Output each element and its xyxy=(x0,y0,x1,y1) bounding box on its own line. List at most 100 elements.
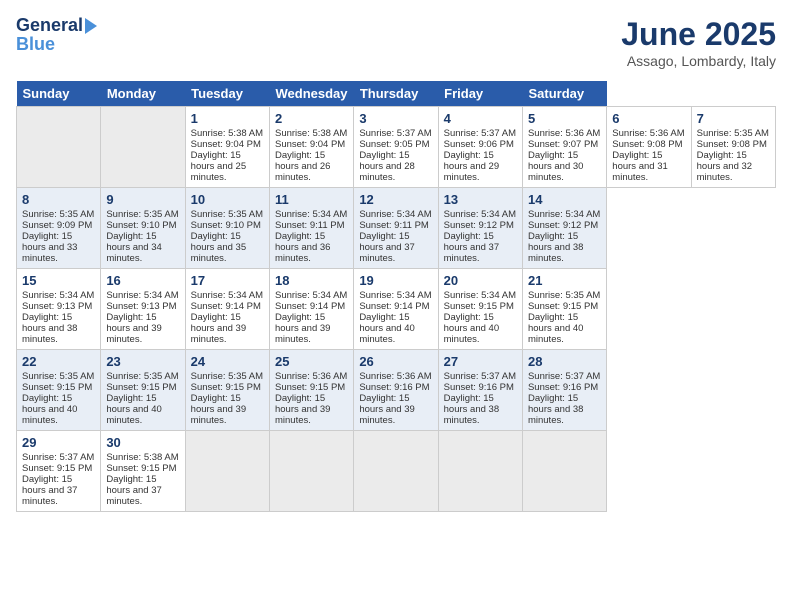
daylight-text: Daylight: 15 hours and 26 minutes. xyxy=(275,150,348,183)
daylight-text: Daylight: 15 hours and 28 minutes. xyxy=(359,150,432,183)
sunset-text: Sunset: 9:06 PM xyxy=(444,139,517,150)
sunset-text: Sunset: 9:15 PM xyxy=(444,301,517,312)
day-number: 20 xyxy=(444,273,517,288)
sunset-text: Sunset: 9:15 PM xyxy=(106,463,179,474)
daylight-text: Daylight: 15 hours and 39 minutes. xyxy=(106,312,179,345)
calendar-week-row: 29Sunrise: 5:37 AMSunset: 9:15 PMDayligh… xyxy=(17,431,776,512)
calendar-week-row: 22Sunrise: 5:35 AMSunset: 9:15 PMDayligh… xyxy=(17,350,776,431)
calendar-cell: 14Sunrise: 5:34 AMSunset: 9:12 PMDayligh… xyxy=(522,188,606,269)
sunrise-text: Sunrise: 5:35 AM xyxy=(22,371,95,382)
daylight-text: Daylight: 15 hours and 38 minutes. xyxy=(444,393,517,426)
daylight-text: Daylight: 15 hours and 38 minutes. xyxy=(22,312,95,345)
calendar-week-row: 1Sunrise: 5:38 AMSunset: 9:04 PMDaylight… xyxy=(17,107,776,188)
sunset-text: Sunset: 9:12 PM xyxy=(528,220,601,231)
sunrise-text: Sunrise: 5:36 AM xyxy=(275,371,348,382)
calendar-table: Sunday Monday Tuesday Wednesday Thursday… xyxy=(16,81,776,512)
calendar-cell: 7Sunrise: 5:35 AMSunset: 9:08 PMDaylight… xyxy=(691,107,775,188)
day-number: 26 xyxy=(359,354,432,369)
calendar-cell: 6Sunrise: 5:36 AMSunset: 9:08 PMDaylight… xyxy=(607,107,691,188)
calendar-cell: 17Sunrise: 5:34 AMSunset: 9:14 PMDayligh… xyxy=(185,269,269,350)
sunrise-text: Sunrise: 5:35 AM xyxy=(106,371,179,382)
col-thursday: Thursday xyxy=(354,81,438,107)
calendar-cell xyxy=(269,431,353,512)
sunrise-text: Sunrise: 5:35 AM xyxy=(528,290,601,301)
daylight-text: Daylight: 15 hours and 39 minutes. xyxy=(191,393,264,426)
daylight-text: Daylight: 15 hours and 38 minutes. xyxy=(528,231,601,264)
daylight-text: Daylight: 15 hours and 37 minutes. xyxy=(444,231,517,264)
day-number: 29 xyxy=(22,435,95,450)
sunset-text: Sunset: 9:11 PM xyxy=(359,220,432,231)
sunset-text: Sunset: 9:11 PM xyxy=(275,220,348,231)
sunset-text: Sunset: 9:15 PM xyxy=(106,382,179,393)
daylight-text: Daylight: 15 hours and 39 minutes. xyxy=(191,312,264,345)
sunset-text: Sunset: 9:16 PM xyxy=(444,382,517,393)
calendar-cell: 26Sunrise: 5:36 AMSunset: 9:16 PMDayligh… xyxy=(354,350,438,431)
sunset-text: Sunset: 9:16 PM xyxy=(528,382,601,393)
day-number: 21 xyxy=(528,273,601,288)
sunrise-text: Sunrise: 5:34 AM xyxy=(444,209,517,220)
day-number: 28 xyxy=(528,354,601,369)
day-number: 1 xyxy=(191,111,264,126)
calendar-cell xyxy=(17,107,101,188)
calendar-cell xyxy=(438,431,522,512)
daylight-text: Daylight: 15 hours and 36 minutes. xyxy=(275,231,348,264)
calendar-cell: 20Sunrise: 5:34 AMSunset: 9:15 PMDayligh… xyxy=(438,269,522,350)
daylight-text: Daylight: 15 hours and 31 minutes. xyxy=(612,150,685,183)
sunset-text: Sunset: 9:04 PM xyxy=(275,139,348,150)
calendar-cell: 15Sunrise: 5:34 AMSunset: 9:13 PMDayligh… xyxy=(17,269,101,350)
sunset-text: Sunset: 9:04 PM xyxy=(191,139,264,150)
daylight-text: Daylight: 15 hours and 40 minutes. xyxy=(528,312,601,345)
day-number: 24 xyxy=(191,354,264,369)
sunset-text: Sunset: 9:13 PM xyxy=(22,301,95,312)
sunset-text: Sunset: 9:09 PM xyxy=(22,220,95,231)
calendar-cell xyxy=(522,431,606,512)
day-number: 4 xyxy=(444,111,517,126)
calendar-cell: 30Sunrise: 5:38 AMSunset: 9:15 PMDayligh… xyxy=(101,431,185,512)
header-row: Sunday Monday Tuesday Wednesday Thursday… xyxy=(17,81,776,107)
sunrise-text: Sunrise: 5:38 AM xyxy=(275,128,348,139)
calendar-cell: 2Sunrise: 5:38 AMSunset: 9:04 PMDaylight… xyxy=(269,107,353,188)
day-number: 12 xyxy=(359,192,432,207)
logo-blue: Blue xyxy=(16,34,55,55)
daylight-text: Daylight: 15 hours and 39 minutes. xyxy=(275,393,348,426)
month-title: June 2025 xyxy=(621,16,776,53)
sunrise-text: Sunrise: 5:37 AM xyxy=(22,452,95,463)
sunrise-text: Sunrise: 5:34 AM xyxy=(359,290,432,301)
calendar-cell: 28Sunrise: 5:37 AMSunset: 9:16 PMDayligh… xyxy=(522,350,606,431)
calendar-cell: 5Sunrise: 5:36 AMSunset: 9:07 PMDaylight… xyxy=(522,107,606,188)
calendar-cell: 12Sunrise: 5:34 AMSunset: 9:11 PMDayligh… xyxy=(354,188,438,269)
header: General Blue June 2025 Assago, Lombardy,… xyxy=(16,16,776,69)
col-wednesday: Wednesday xyxy=(269,81,353,107)
sunrise-text: Sunrise: 5:38 AM xyxy=(106,452,179,463)
sunset-text: Sunset: 9:15 PM xyxy=(22,463,95,474)
sunset-text: Sunset: 9:10 PM xyxy=(106,220,179,231)
day-number: 8 xyxy=(22,192,95,207)
daylight-text: Daylight: 15 hours and 39 minutes. xyxy=(275,312,348,345)
page-container: General Blue June 2025 Assago, Lombardy,… xyxy=(0,0,792,520)
sunrise-text: Sunrise: 5:35 AM xyxy=(22,209,95,220)
calendar-cell: 16Sunrise: 5:34 AMSunset: 9:13 PMDayligh… xyxy=(101,269,185,350)
calendar-cell: 24Sunrise: 5:35 AMSunset: 9:15 PMDayligh… xyxy=(185,350,269,431)
location: Assago, Lombardy, Italy xyxy=(621,53,776,69)
calendar-cell xyxy=(185,431,269,512)
calendar-cell: 13Sunrise: 5:34 AMSunset: 9:12 PMDayligh… xyxy=(438,188,522,269)
sunrise-text: Sunrise: 5:37 AM xyxy=(444,371,517,382)
col-friday: Friday xyxy=(438,81,522,107)
sunset-text: Sunset: 9:15 PM xyxy=(528,301,601,312)
day-number: 25 xyxy=(275,354,348,369)
sunset-text: Sunset: 9:08 PM xyxy=(697,139,770,150)
daylight-text: Daylight: 15 hours and 40 minutes. xyxy=(359,312,432,345)
day-number: 17 xyxy=(191,273,264,288)
calendar-cell: 4Sunrise: 5:37 AMSunset: 9:06 PMDaylight… xyxy=(438,107,522,188)
calendar-cell: 23Sunrise: 5:35 AMSunset: 9:15 PMDayligh… xyxy=(101,350,185,431)
daylight-text: Daylight: 15 hours and 29 minutes. xyxy=(444,150,517,183)
day-number: 23 xyxy=(106,354,179,369)
sunset-text: Sunset: 9:08 PM xyxy=(612,139,685,150)
calendar-cell xyxy=(354,431,438,512)
calendar-cell: 22Sunrise: 5:35 AMSunset: 9:15 PMDayligh… xyxy=(17,350,101,431)
calendar-cell: 3Sunrise: 5:37 AMSunset: 9:05 PMDaylight… xyxy=(354,107,438,188)
sunrise-text: Sunrise: 5:35 AM xyxy=(697,128,770,139)
sunset-text: Sunset: 9:12 PM xyxy=(444,220,517,231)
sunrise-text: Sunrise: 5:34 AM xyxy=(528,209,601,220)
sunrise-text: Sunrise: 5:34 AM xyxy=(275,290,348,301)
